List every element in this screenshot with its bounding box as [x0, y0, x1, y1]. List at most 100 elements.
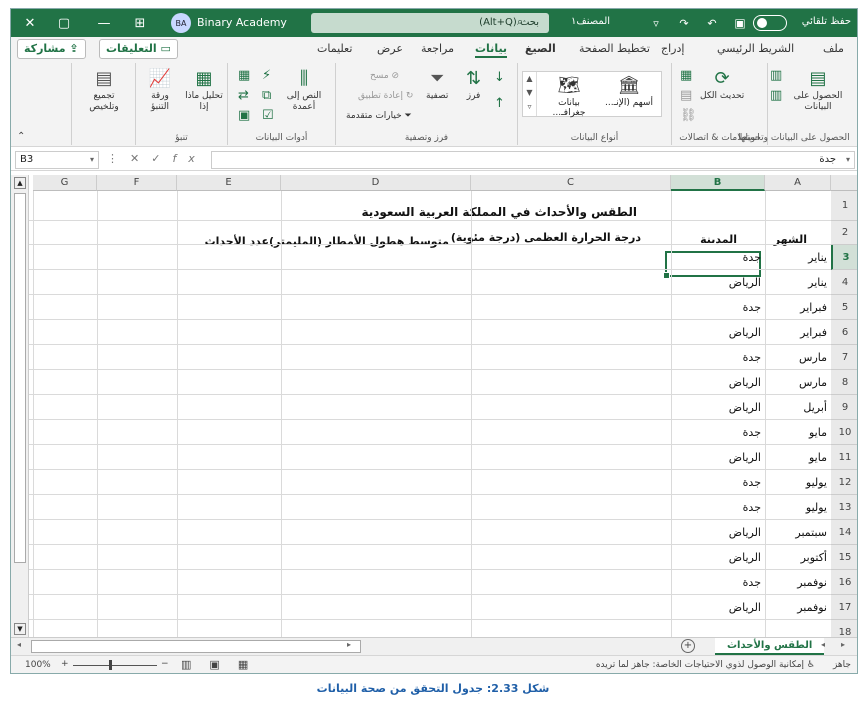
tab-help[interactable]: تعليمات [317, 42, 352, 55]
row-header-7[interactable]: 7 [831, 345, 857, 370]
customize-qat-icon[interactable]: ▿ [641, 9, 671, 37]
cell-city[interactable]: جدة [743, 476, 761, 489]
add-sheet-button[interactable]: + [681, 639, 695, 653]
search-input[interactable]: ⌕ بحث (Alt+Q) [311, 13, 549, 33]
row-header-14[interactable]: 14 [831, 520, 857, 545]
cell-month[interactable]: نوفمبر [797, 601, 827, 614]
relationships-icon[interactable]: ⇄ [238, 89, 249, 105]
gallery-scroll-icon[interactable]: ▲ ▼ ▿ [523, 72, 537, 116]
filter-button[interactable]: ⏷ تصفية [426, 69, 448, 102]
stocks-button[interactable]: 🏛 أسهم (الإنـ... [601, 76, 657, 109]
edit-links-icon[interactable]: ⛓ [680, 109, 697, 125]
scroll-left-icon[interactable]: ◂ [17, 640, 21, 649]
zoom-out-icon[interactable]: + [61, 659, 69, 669]
header-rainfall[interactable]: متوسط هطول الأمطار (المليمتر) [269, 235, 449, 248]
scroll-thumb[interactable] [14, 193, 26, 563]
cell-month[interactable]: سبتمبر [795, 526, 827, 539]
sort-za-icon[interactable]: ↑ [494, 97, 505, 113]
redo-icon[interactable]: ↷ [669, 9, 699, 37]
flash-fill-icon[interactable]: ⚡ [262, 69, 271, 85]
properties-icon[interactable]: ▤ [680, 89, 692, 105]
row-header-16[interactable]: 16 [831, 570, 857, 595]
collapse-ribbon-icon[interactable]: ⌃ [17, 131, 25, 142]
save-icon[interactable]: ▣ [725, 9, 755, 37]
advanced-button[interactable]: ⏷ خيارات متقدمة [346, 111, 412, 122]
cell-month[interactable]: فبراير [800, 301, 827, 314]
row-header-17[interactable]: 17 [831, 595, 857, 620]
row-header-3[interactable]: 3 [831, 245, 857, 270]
undo-icon[interactable]: ↶ [697, 9, 727, 37]
header-max-temp[interactable]: درجة الحرارة العظمى (درجة مئوية) [451, 231, 641, 244]
cell-city[interactable]: الرياض [729, 551, 761, 564]
cell-month[interactable]: نوفمبر [797, 576, 827, 589]
expand-formula-icon[interactable]: ▾ [846, 152, 850, 168]
cell-month[interactable]: مايو [809, 451, 827, 464]
row-header-2[interactable]: 2 [831, 221, 857, 245]
data-types-gallery[interactable]: ▲ ▼ ▿ 🏛 أسهم (الإنـ... 🗺 بيانات جغرافـ... [522, 71, 662, 118]
zoom-level[interactable]: 100% [25, 660, 51, 670]
restore-icon[interactable]: ▢ [49, 9, 79, 37]
cell-city[interactable]: الرياض [729, 326, 761, 339]
from-web-icon[interactable]: ▥ [770, 89, 782, 105]
insert-function-icon[interactable]: fx [172, 152, 206, 165]
row-header-12[interactable]: 12 [831, 470, 857, 495]
avatar[interactable]: BA [171, 13, 191, 33]
column-header-d[interactable]: D [281, 175, 471, 191]
clear-button[interactable]: ⊘ مسح [370, 71, 399, 82]
header-events[interactable]: عدد الأحداث [205, 235, 269, 248]
row-header-5[interactable]: 5 [831, 295, 857, 320]
get-data-button[interactable]: ▤ الحصول على البيانات [790, 69, 846, 113]
tab-formulas[interactable]: الصيغ [525, 42, 556, 55]
more-icon[interactable]: ⋮ [107, 152, 130, 165]
column-header-e[interactable]: E [177, 175, 281, 191]
column-header-c[interactable]: C [471, 175, 671, 191]
cell-city[interactable]: جدة [743, 501, 761, 514]
cell-month[interactable]: يوليو [806, 501, 827, 514]
cell-month[interactable]: يناير [808, 276, 827, 289]
tab-insert[interactable]: إدراج [661, 42, 684, 55]
row-header-11[interactable]: 11 [831, 445, 857, 470]
zoom-slider[interactable] [73, 665, 157, 666]
sort-button[interactable]: ⇅ فرز [466, 69, 481, 102]
ribbon-display-icon[interactable]: ⊞ [125, 9, 155, 37]
document-name[interactable]: المصنف١ [571, 16, 610, 27]
cancel-icon[interactable]: ✕ [130, 152, 151, 165]
cell-city[interactable]: جدة [743, 251, 761, 264]
zoom-in-icon[interactable]: − [161, 659, 169, 669]
close-icon[interactable]: ✕ [15, 9, 45, 37]
tab-file[interactable]: ملف [823, 42, 844, 55]
cell-month[interactable]: مارس [799, 351, 827, 364]
page-break-view-icon[interactable]: ▥ [181, 658, 209, 671]
next-sheet-icon[interactable]: ▸ [841, 640, 845, 649]
worksheet-grid[interactable]: ▲ ▼ الطقس والأحداث في المملكة العربية ال… [11, 175, 857, 645]
scroll-up-icon[interactable]: ▲ [14, 177, 26, 189]
tab-review[interactable]: مراجعة [421, 42, 454, 55]
select-all-corner[interactable] [831, 175, 857, 191]
row-header-4[interactable]: 4 [831, 270, 857, 295]
sort-az-icon[interactable]: ↓ [494, 71, 505, 87]
cell-month[interactable]: مارس [799, 376, 827, 389]
sheet-tab-weather[interactable]: الطقس والأحداث [715, 638, 825, 655]
autosave-toggle[interactable] [753, 15, 787, 31]
data-validation-icon[interactable]: ☑ [262, 109, 274, 125]
text-to-columns-button[interactable]: ⫼ النص إلى أعمدة [280, 69, 328, 113]
cell-city[interactable]: جدة [743, 426, 761, 439]
cell-month[interactable]: يوليو [806, 476, 827, 489]
cell-city[interactable]: جدة [743, 576, 761, 589]
cell-city[interactable]: الرياض [729, 276, 761, 289]
row-header-8[interactable]: 8 [831, 370, 857, 395]
row-header-9[interactable]: 9 [831, 395, 857, 420]
what-if-button[interactable]: ▦ تحليل ماذا إذا [184, 69, 224, 113]
vertical-scrollbar[interactable]: ▲ ▼ [11, 175, 29, 637]
formula-input[interactable]: جدة ▾ [211, 151, 855, 169]
forecast-sheet-button[interactable]: 📈 ورقة التنبؤ [142, 69, 178, 113]
cell-city[interactable]: جدة [743, 351, 761, 364]
remove-duplicates-icon[interactable]: ⧉ [262, 89, 271, 105]
cell-city[interactable]: الرياض [729, 526, 761, 539]
cell-city[interactable]: الرياض [729, 601, 761, 614]
enter-icon[interactable]: ✓ [151, 152, 172, 165]
comments-button[interactable]: ▭ التعليقات [99, 39, 178, 59]
prev-sheet-icon[interactable]: ◂ [821, 640, 825, 649]
consolidate-icon[interactable]: ▦ [238, 69, 250, 85]
scroll-right-icon[interactable]: ▸ [347, 640, 351, 649]
